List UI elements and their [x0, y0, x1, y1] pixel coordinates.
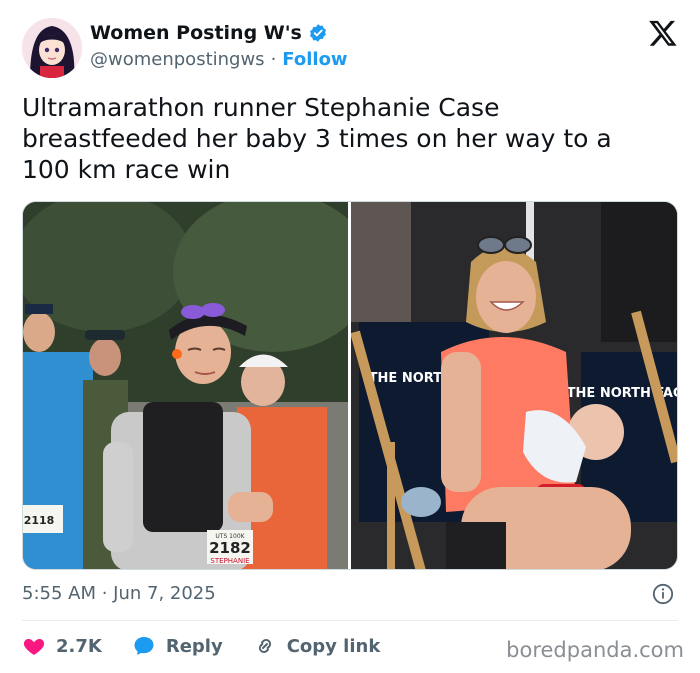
info-icon[interactable] [652, 583, 674, 605]
tweet-card: Women Posting W's @womenpostingws · Foll… [0, 0, 700, 673]
verified-badge-icon [308, 23, 328, 43]
runner-bib-number: 2182 [209, 539, 251, 557]
like-count: 2.7K [56, 635, 102, 657]
photo-runner-image: UTS 100K 2182 STEPHANIE 2118 [23, 202, 348, 569]
author-display-name[interactable]: Women Posting W's [90, 22, 302, 44]
photo-breastfeeding[interactable]: THE NORTH FACE THE NORTH FACE [351, 202, 677, 569]
tweet-actions: 2.7K Reply Copy link [22, 632, 410, 660]
reply-bubble-icon [132, 634, 156, 658]
tweet-media[interactable]: UTS 100K 2182 STEPHANIE 2118 THE NORTH F… [22, 201, 678, 570]
background-bib-number: 2118 [24, 514, 55, 527]
heart-icon [22, 634, 46, 658]
photo-runner[interactable]: UTS 100K 2182 STEPHANIE 2118 [23, 202, 348, 569]
watermark: boredpanda.com [506, 638, 684, 662]
like-button[interactable]: 2.7K [22, 634, 102, 658]
divider [22, 620, 678, 621]
author-handle-row: @womenpostingws · Follow [90, 49, 348, 70]
runner-bib-name: STEPHANIE [210, 557, 249, 565]
avatar-image [22, 18, 82, 78]
copy-link-button[interactable]: Copy link [253, 634, 381, 658]
author-handle[interactable]: @womenpostingws [90, 49, 265, 70]
link-icon [253, 634, 277, 658]
copy-link-label: Copy link [286, 635, 381, 657]
follow-button[interactable]: Follow [282, 49, 347, 70]
reply-button[interactable]: Reply [132, 634, 223, 658]
photo-breastfeeding-image: THE NORTH FACE THE NORTH FACE [351, 202, 677, 569]
avatar[interactable] [22, 18, 82, 78]
handle-separator: · [270, 49, 277, 70]
x-logo-icon[interactable] [648, 18, 678, 48]
tweet-timestamp[interactable]: 5:55 AM · Jun 7, 2025 [22, 583, 216, 604]
reply-label: Reply [165, 635, 223, 657]
author-name-row: Women Posting W's [90, 22, 328, 44]
tweet-text: Ultramarathon runner Stephanie Case brea… [22, 93, 612, 184]
